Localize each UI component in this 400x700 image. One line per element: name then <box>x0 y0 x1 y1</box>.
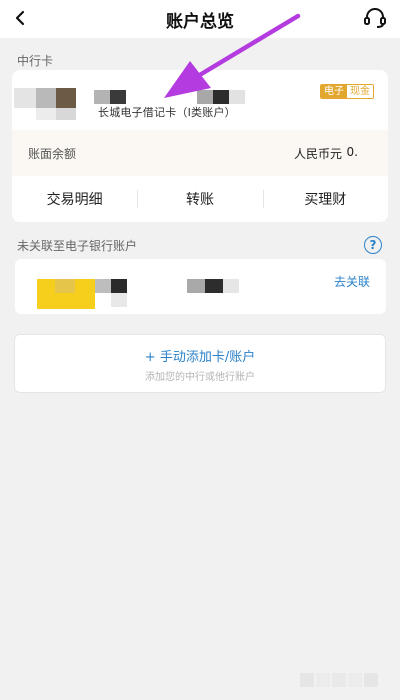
tag-primary: 电子 <box>321 85 347 98</box>
transfer-button[interactable]: 转账 <box>137 176 262 222</box>
add-account-hint: 添加您的中行或他行账户 <box>145 372 255 383</box>
headset-icon <box>364 8 386 28</box>
unlinked-account-row[interactable]: 去关联 <box>15 259 386 314</box>
page-title: 账户总览 <box>166 12 234 32</box>
section-label-boc-card: 中行卡 <box>17 54 54 68</box>
transaction-details-button[interactable]: 交易明细 <box>12 176 137 222</box>
balance-row: 账面余额 人民币元 0. <box>12 130 388 176</box>
add-account-card[interactable]: + 手动添加卡/账户 添加您的中行或他行账户 <box>14 334 386 393</box>
balance-label: 账面余额 <box>28 147 77 161</box>
customer-service-button[interactable] <box>360 4 390 32</box>
card-name: 长城电子借记卡（I类账户） <box>98 106 236 119</box>
boc-card-panel[interactable]: 长城电子借记卡（I类账户） 电子 现金 账面余额 人民币元 0. 交易明细 转账… <box>12 70 388 222</box>
question-icon: ? <box>369 238 377 252</box>
add-account-label: + 手动添加卡/账户 <box>144 350 256 365</box>
top-bar: 账户总览 <box>0 0 400 38</box>
watermark <box>300 671 396 689</box>
card-header: 长城电子借记卡（I类账户） 电子 现金 <box>12 70 388 130</box>
section-label-unlinked: 未关联至电子银行账户 <box>17 239 138 253</box>
balance-amount: 0. <box>346 145 358 159</box>
tag-secondary: 现金 <box>347 85 373 98</box>
buy-wealth-product-button[interactable]: 买理财 <box>262 176 388 222</box>
card-actions: 交易明细 转账 买理财 <box>12 176 388 222</box>
link-account-button[interactable]: 去关联 <box>334 273 370 290</box>
help-button[interactable]: ? <box>364 236 382 254</box>
balance-currency: 人民币元 <box>293 147 342 161</box>
account-type-tag: 电子 现金 <box>320 84 374 99</box>
